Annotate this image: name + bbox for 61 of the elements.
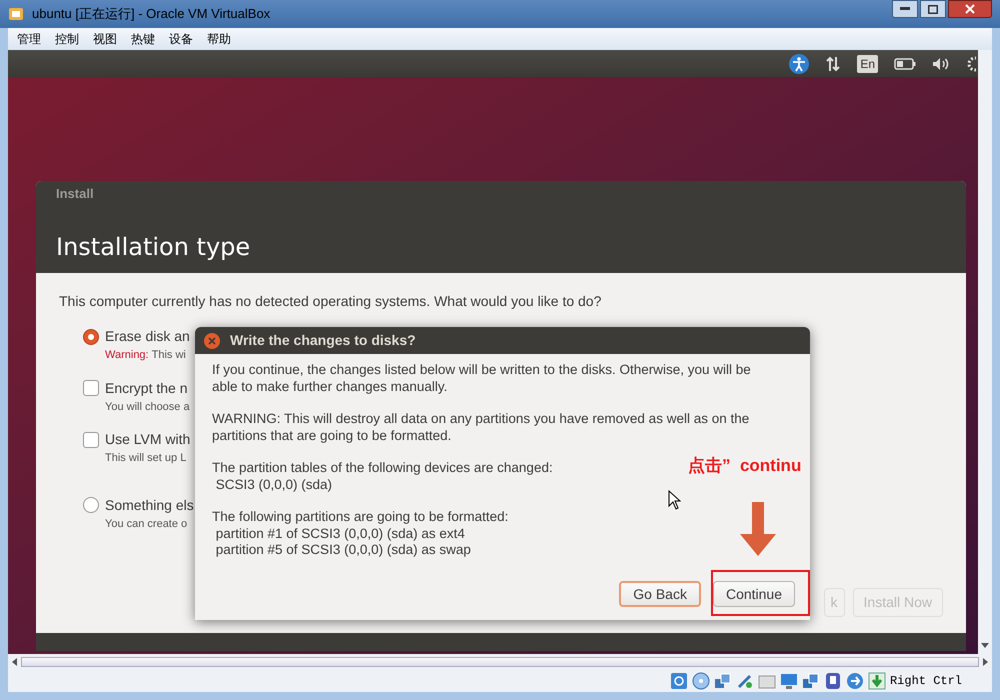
dialog-text: If you continue, the changes listed below will be written to the disks. Otherwise, you will be [212, 362, 751, 378]
host-key-label: Right Ctrl [890, 673, 962, 690]
caret-right-icon [983, 658, 988, 666]
gear-icon [966, 56, 976, 72]
maximize-icon [928, 4, 938, 14]
app-icon [8, 6, 24, 22]
vertical-scrollbar[interactable] [978, 50, 992, 654]
caret-down-icon [981, 643, 989, 648]
dialog-text: partition #1 of SCSI3 (0,0,0) (sda) as ext4 [214, 526, 465, 542]
dialog-button[interactable]: Go Back [619, 581, 701, 607]
dialog-text: partitions that are going to be formatted. [212, 428, 452, 444]
maximize-button[interactable] [920, 0, 946, 18]
radio-button[interactable] [83, 497, 99, 513]
dialog-text: partition #5 of SCSI3 (0,0,0) (sda) as swap [214, 542, 471, 558]
window-caption: Install [56, 185, 95, 203]
radio-button[interactable] [83, 328, 99, 344]
dialog-button[interactable]: Continue [712, 581, 795, 607]
option-description: This wi [152, 348, 186, 363]
down-arrow-annotation [738, 502, 778, 556]
cursor-icon [668, 490, 681, 510]
close-icon [965, 4, 975, 14]
dialog-text: able to make further changes manually. [212, 378, 448, 395]
close-button[interactable] [948, 0, 992, 18]
network-icon [825, 56, 842, 72]
page-title: Installation type [56, 232, 252, 263]
dialog-title: Write the changes to disks? [230, 331, 416, 350]
window-title: ubuntu [正在运行] - Oracle VM VirtualBox [32, 5, 270, 24]
option-description: You will choose a [105, 400, 190, 414]
volume-icon [932, 56, 950, 70]
option-label: Erase disk an [105, 327, 190, 346]
menu-item[interactable]: 设备 [166, 30, 196, 48]
close-icon [208, 336, 216, 344]
checkbox[interactable] [83, 380, 99, 396]
minimize-button[interactable] [892, 0, 918, 18]
minimize-icon [900, 7, 910, 11]
dialog-text: The partition tables of the following devices are changed: [212, 460, 553, 476]
caret-left-icon [12, 658, 17, 666]
option-label: Use LVM with [105, 430, 190, 449]
option-label: Encrypt the n [105, 378, 188, 398]
menu-item[interactable]: 控制 [52, 30, 82, 48]
keyboard-layout-indicator[interactable]: En [857, 54, 878, 72]
scroll-thumb[interactable] [21, 657, 979, 667]
warning-label: Warning: [105, 348, 149, 363]
optical-disc-icon [692, 672, 710, 690]
menu-item[interactable]: 视图 [90, 30, 120, 48]
annotation-text: 点击” continu [688, 455, 802, 477]
menu-item[interactable]: 帮助 [204, 30, 234, 48]
option-label: Something els [105, 496, 194, 515]
option-description: This will set up L [105, 451, 186, 466]
option-description: You can create o [105, 516, 188, 532]
menu-item[interactable]: 热键 [128, 30, 158, 48]
accessibility-icon [789, 54, 810, 74]
dialog-text: SCSI3 (0,0,0) (sda) [214, 476, 332, 493]
dialog-text: The following partitions are going to be formatted: [212, 509, 508, 526]
checkbox[interactable] [83, 432, 99, 448]
question-text: This computer currently has no detected operating systems. What would you like to do? [59, 292, 602, 311]
dialog-text: WARNING: This will destroy all data on any partitions you have removed as well as on the [212, 411, 750, 428]
display-icon [780, 672, 798, 690]
horizontal-scrollbar[interactable] [8, 654, 992, 670]
menu-item[interactable]: 管理 [14, 30, 44, 48]
battery-icon [894, 58, 916, 70]
